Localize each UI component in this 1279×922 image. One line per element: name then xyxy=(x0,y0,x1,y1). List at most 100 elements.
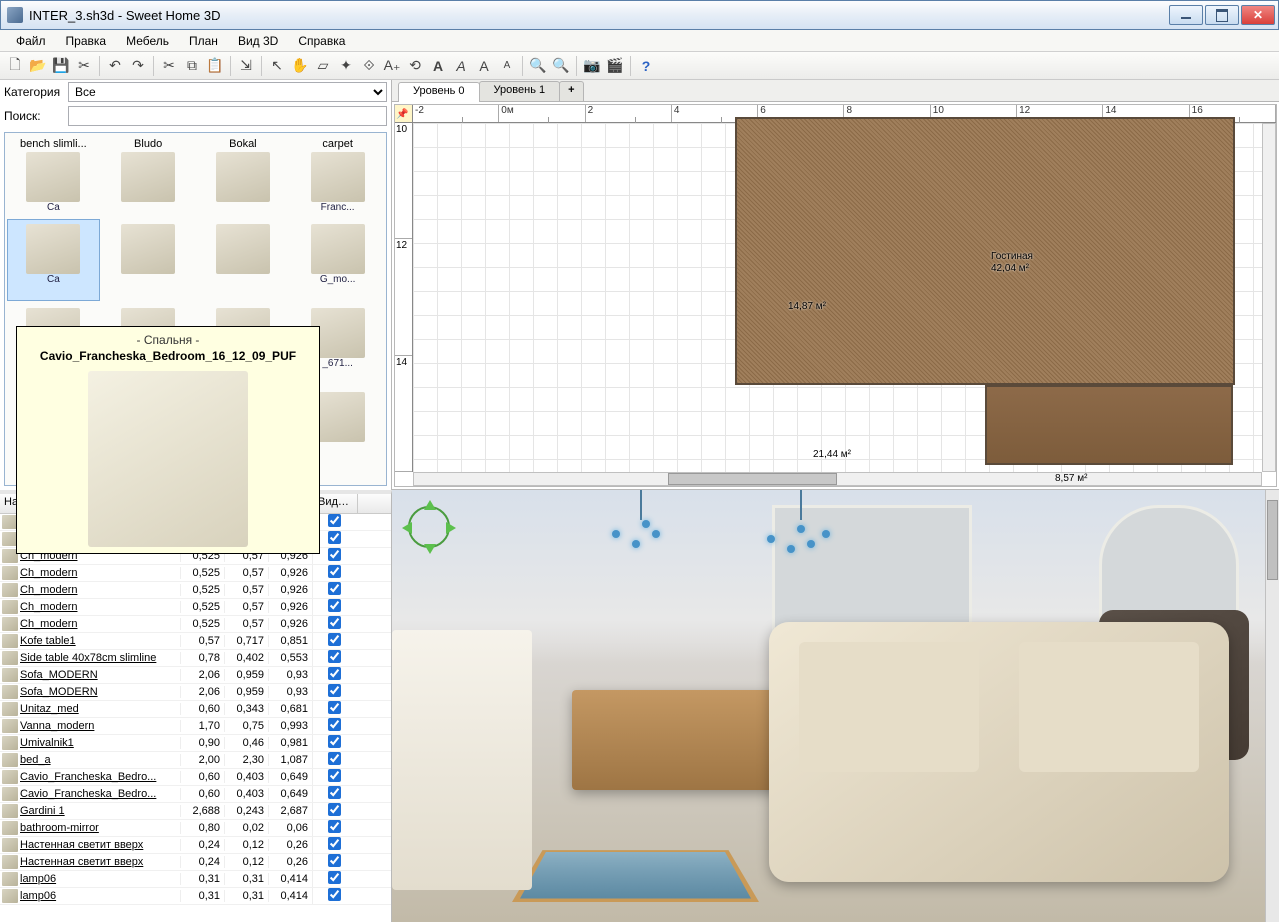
table-row[interactable]: Side table 40x78cm slimline 0,78 0,402 0… xyxy=(0,650,391,667)
table-row[interactable]: Ch_modern 0,525 0,57 0,926 xyxy=(0,582,391,599)
nav-compass[interactable] xyxy=(402,500,456,554)
category-select[interactable]: Все xyxy=(68,82,387,102)
menu-3d[interactable]: Вид 3D xyxy=(228,34,288,48)
help-icon[interactable]: ? xyxy=(635,55,657,77)
nav-right-icon[interactable] xyxy=(446,522,456,534)
visibility-checkbox[interactable] xyxy=(328,633,341,646)
table-row[interactable]: lamp06 0,31 0,31 0,414 xyxy=(0,888,391,905)
menu-edit[interactable]: Правка xyxy=(56,34,117,48)
visibility-checkbox[interactable] xyxy=(328,803,341,816)
create-room-icon[interactable]: ✦ xyxy=(335,55,357,77)
zoom-out-icon[interactable]: 🔍 xyxy=(550,55,572,77)
catalog-item[interactable] xyxy=(102,219,195,301)
furniture-rows[interactable]: dining table 100 x 100 slim... 0,90 0,90… xyxy=(0,514,391,922)
visibility-checkbox[interactable] xyxy=(328,650,341,663)
visibility-checkbox[interactable] xyxy=(328,871,341,884)
plan-canvas[interactable]: -20м246810121416 101214 Гостиная42,04 м²… xyxy=(394,104,1277,487)
table-row[interactable]: Unitaz_med 0,60 0,343 0,681 xyxy=(0,701,391,718)
plan-room[interactable] xyxy=(985,385,1233,465)
save-icon[interactable]: 💾 xyxy=(50,55,72,77)
pan-tool-icon[interactable]: ✋ xyxy=(289,55,311,77)
open-icon[interactable]: 📂 xyxy=(27,55,49,77)
close-button[interactable]: ✕ xyxy=(1241,5,1275,25)
catalog-item[interactable]: Bokal xyxy=(197,135,290,217)
catalog-item[interactable] xyxy=(197,219,290,301)
paste-icon[interactable]: 📋 xyxy=(204,55,226,77)
visibility-checkbox[interactable] xyxy=(328,548,341,561)
table-row[interactable]: Ch_modern 0,525 0,57 0,926 xyxy=(0,616,391,633)
new-icon[interactable]: 🗋 xyxy=(4,55,26,77)
maximize-button[interactable] xyxy=(1205,5,1239,25)
increase-size-icon[interactable]: A xyxy=(473,55,495,77)
view3d-scrollbar[interactable] xyxy=(1265,490,1279,922)
table-row[interactable]: Cavio_Francheska_Bedro... 0,60 0,403 0,6… xyxy=(0,769,391,786)
view-3d-panel[interactable] xyxy=(392,490,1279,922)
table-row[interactable]: Ch_modern 0,525 0,57 0,926 xyxy=(0,599,391,616)
photo-icon[interactable]: 📷 xyxy=(581,55,603,77)
catalog-item[interactable]: Ca xyxy=(7,219,100,301)
table-row[interactable]: Ch_modern 0,525 0,57 0,926 xyxy=(0,565,391,582)
table-row[interactable]: Cavio_Francheska_Bedro... 0,60 0,403 0,6… xyxy=(0,786,391,803)
visibility-checkbox[interactable] xyxy=(328,599,341,612)
decrease-size-icon[interactable]: A xyxy=(496,55,518,77)
col-visible[interactable]: Види... xyxy=(314,494,358,513)
catalog-item[interactable]: G_mo... xyxy=(291,219,384,301)
menu-furniture[interactable]: Мебель xyxy=(116,34,179,48)
visibility-checkbox[interactable] xyxy=(328,752,341,765)
video-icon[interactable]: 🎬 xyxy=(604,55,626,77)
search-input[interactable] xyxy=(68,106,387,126)
visibility-checkbox[interactable] xyxy=(328,837,341,850)
table-row[interactable]: bed_a 2,00 2,30 1,087 xyxy=(0,752,391,769)
select-tool-icon[interactable]: ↖ xyxy=(266,55,288,77)
table-row[interactable]: Sofa_MODERN 2,06 0,959 0,93 xyxy=(0,684,391,701)
minimize-button[interactable] xyxy=(1169,5,1203,25)
visibility-checkbox[interactable] xyxy=(328,667,341,680)
ruler-lock-icon[interactable] xyxy=(395,105,413,123)
visibility-checkbox[interactable] xyxy=(328,565,341,578)
undo-icon[interactable]: ↶ xyxy=(104,55,126,77)
nav-down-icon[interactable] xyxy=(424,544,436,554)
menu-help[interactable]: Справка xyxy=(288,34,355,48)
visibility-checkbox[interactable] xyxy=(328,820,341,833)
visibility-checkbox[interactable] xyxy=(328,786,341,799)
plan-scrollbar-h[interactable] xyxy=(413,472,1262,486)
tab-level-0[interactable]: Уровень 0 xyxy=(398,82,480,102)
cut-icon[interactable]: ✂ xyxy=(158,55,180,77)
text-italic-icon[interactable]: A xyxy=(450,55,472,77)
create-polyline-icon[interactable]: ⟐ xyxy=(358,55,380,77)
create-walls-icon[interactable]: ▱ xyxy=(312,55,334,77)
visibility-checkbox[interactable] xyxy=(328,769,341,782)
visibility-checkbox[interactable] xyxy=(328,514,341,527)
catalog-item[interactable]: carpetFranc... xyxy=(291,135,384,217)
visibility-checkbox[interactable] xyxy=(328,701,341,714)
visibility-checkbox[interactable] xyxy=(328,854,341,867)
nav-up-icon[interactable] xyxy=(424,500,436,510)
visibility-checkbox[interactable] xyxy=(328,888,341,901)
table-row[interactable]: Umivalnik1 0,90 0,46 0,981 xyxy=(0,735,391,752)
menu-file[interactable]: Файл xyxy=(6,34,56,48)
visibility-checkbox[interactable] xyxy=(328,718,341,731)
tab-level-1[interactable]: Уровень 1 xyxy=(479,81,561,101)
visibility-checkbox[interactable] xyxy=(328,616,341,629)
visibility-checkbox[interactable] xyxy=(328,735,341,748)
table-row[interactable]: Vanna_modern 1,70 0,75 0,993 xyxy=(0,718,391,735)
menu-plan[interactable]: План xyxy=(179,34,228,48)
zoom-in-icon[interactable]: 🔍 xyxy=(527,55,549,77)
redo-icon[interactable]: ↷ xyxy=(127,55,149,77)
table-row[interactable]: bathroom-mirror 0,80 0,02 0,06 xyxy=(0,820,391,837)
tab-add-level[interactable]: + xyxy=(559,81,583,101)
plan-scrollbar-v[interactable] xyxy=(1262,123,1276,472)
catalog-item[interactable]: bench slimli...Ca xyxy=(7,135,100,217)
text-bold-icon[interactable]: A xyxy=(427,55,449,77)
visibility-checkbox[interactable] xyxy=(328,582,341,595)
create-text-icon[interactable]: ⟲ xyxy=(404,55,426,77)
add-furniture-icon[interactable]: ⇲ xyxy=(235,55,257,77)
copy-icon[interactable]: ⧉ xyxy=(181,55,203,77)
table-row[interactable]: Настенная светит вверх 0,24 0,12 0,26 xyxy=(0,854,391,871)
table-row[interactable]: Kofe table1 0,57 0,717 0,851 xyxy=(0,633,391,650)
nav-left-icon[interactable] xyxy=(402,522,412,534)
catalog-item[interactable]: Bludo xyxy=(102,135,195,217)
create-dimension-icon[interactable]: A₊ xyxy=(381,55,403,77)
table-row[interactable]: lamp06 0,31 0,31 0,414 xyxy=(0,871,391,888)
preferences-icon[interactable]: ✂ xyxy=(73,55,95,77)
